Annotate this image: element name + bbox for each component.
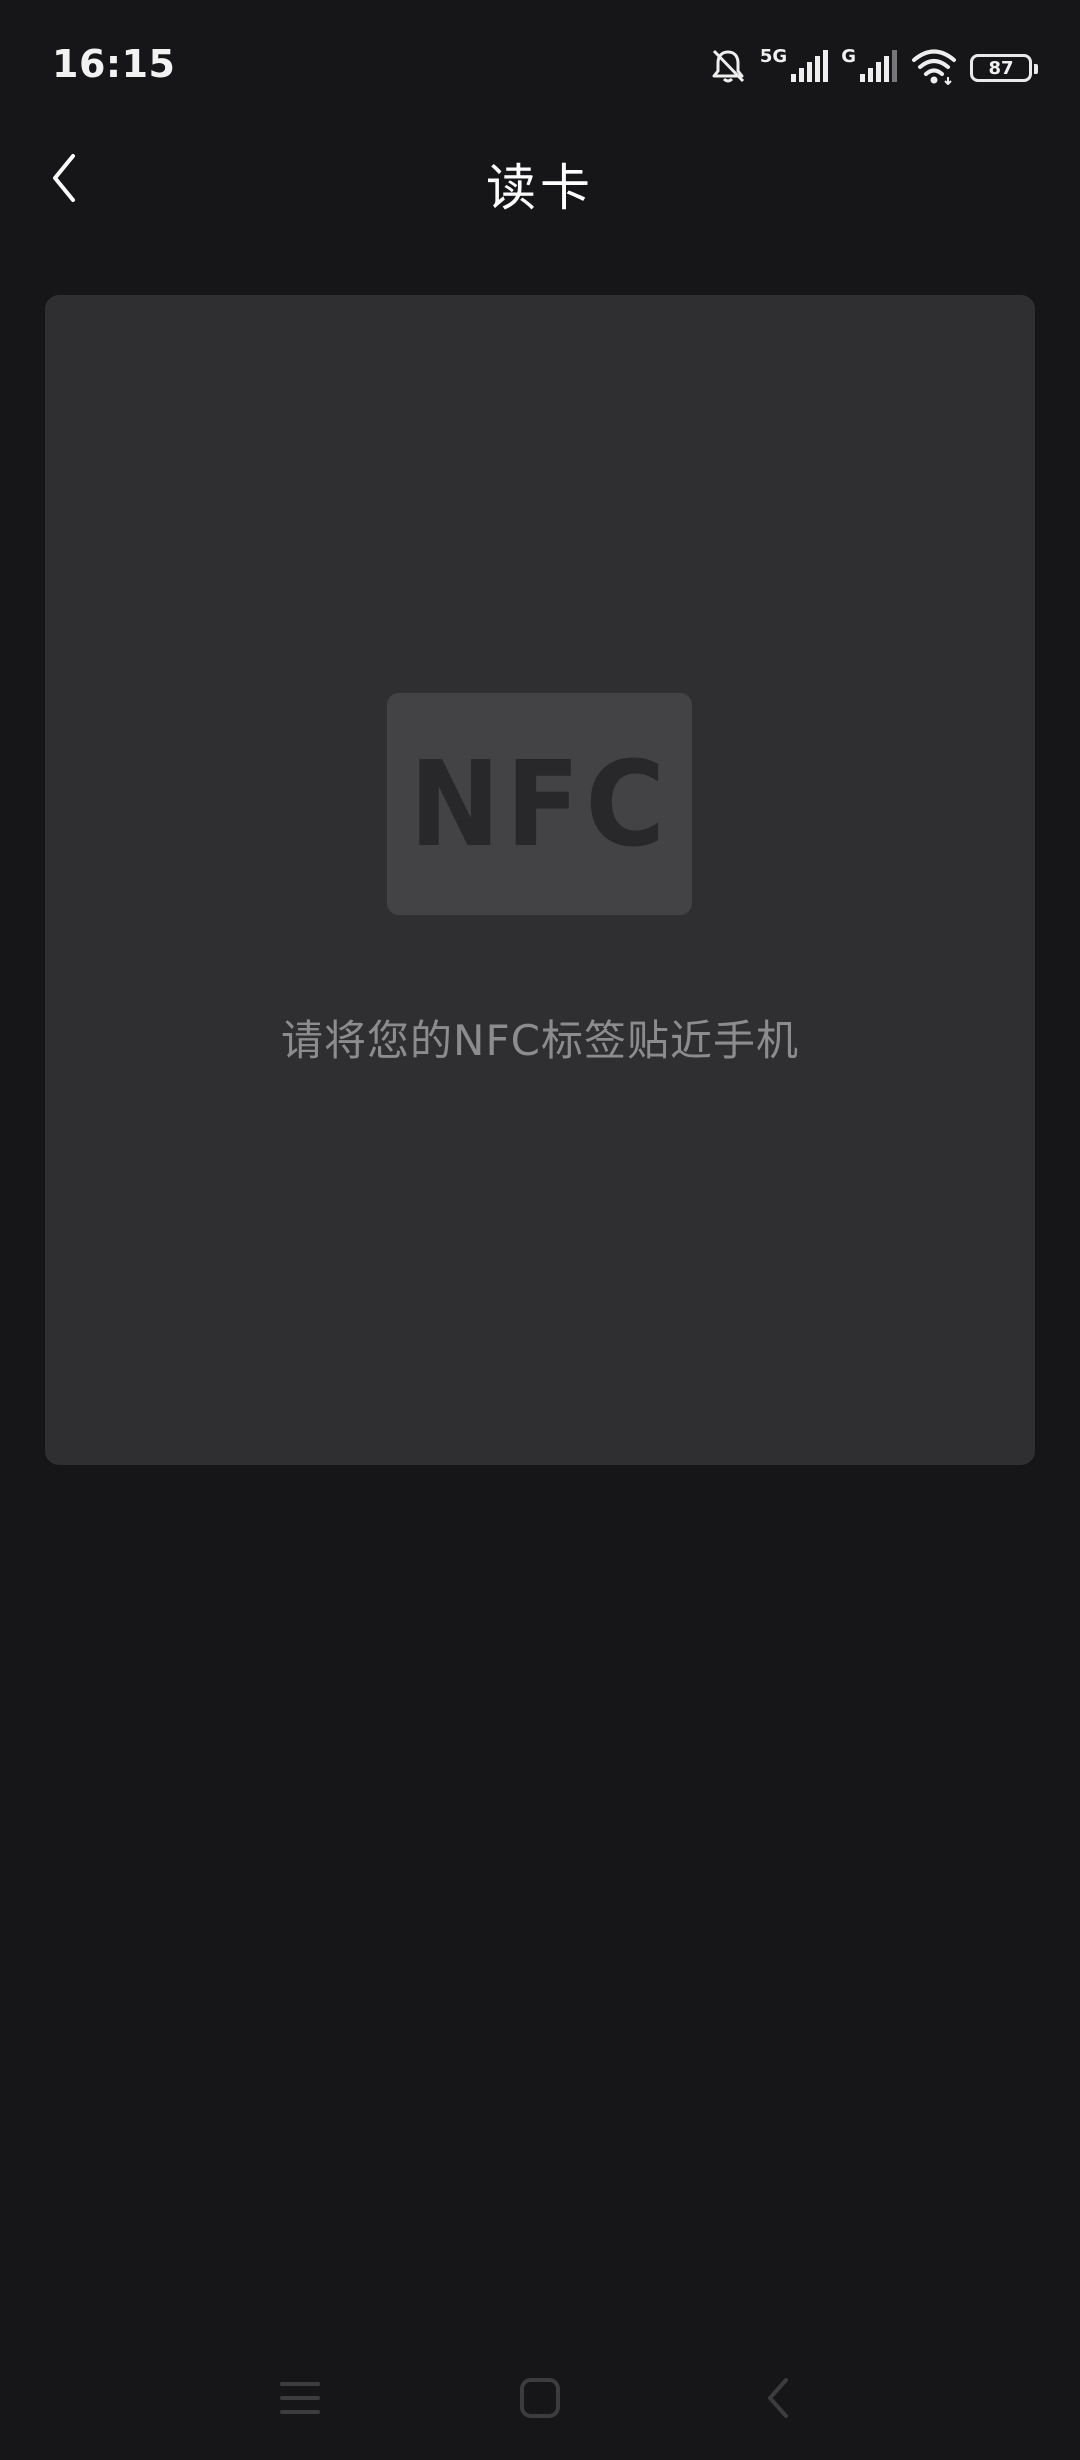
status-icons: 5G G 87 xyxy=(708,44,1038,92)
signal-icon xyxy=(789,48,829,88)
home-button[interactable] xyxy=(510,2370,570,2430)
menu-icon xyxy=(278,2378,322,2422)
status-time: 16:15 xyxy=(52,42,176,86)
signal-2: G xyxy=(841,48,898,88)
home-icon xyxy=(518,2376,562,2424)
nfc-icon: NFC xyxy=(387,693,692,915)
network-type-label: 5G xyxy=(759,46,788,67)
bell-muted-icon xyxy=(708,46,748,90)
nfc-hint-text: 请将您的NFC标签贴近手机 xyxy=(281,1016,799,1065)
wifi-icon xyxy=(910,47,958,89)
battery-icon: 87 xyxy=(970,54,1038,82)
nav-back-button[interactable] xyxy=(748,2370,808,2430)
battery-level: 87 xyxy=(988,57,1014,79)
page-title: 读卡 xyxy=(486,159,594,217)
back-icon xyxy=(760,2374,796,2426)
recent-apps-button[interactable] xyxy=(270,2370,330,2430)
signal-icon xyxy=(858,48,898,88)
app-bar: 读卡 xyxy=(0,130,1080,230)
signal-1: 5G xyxy=(760,48,829,88)
system-nav-bar xyxy=(0,2340,1080,2450)
network-type-label: G xyxy=(841,46,856,67)
nfc-badge-text: NFC xyxy=(408,735,671,873)
nfc-read-panel: NFC 请将您的NFC标签贴近手机 xyxy=(45,295,1035,1465)
status-bar: 16:15 5G G 87 xyxy=(0,0,1080,130)
